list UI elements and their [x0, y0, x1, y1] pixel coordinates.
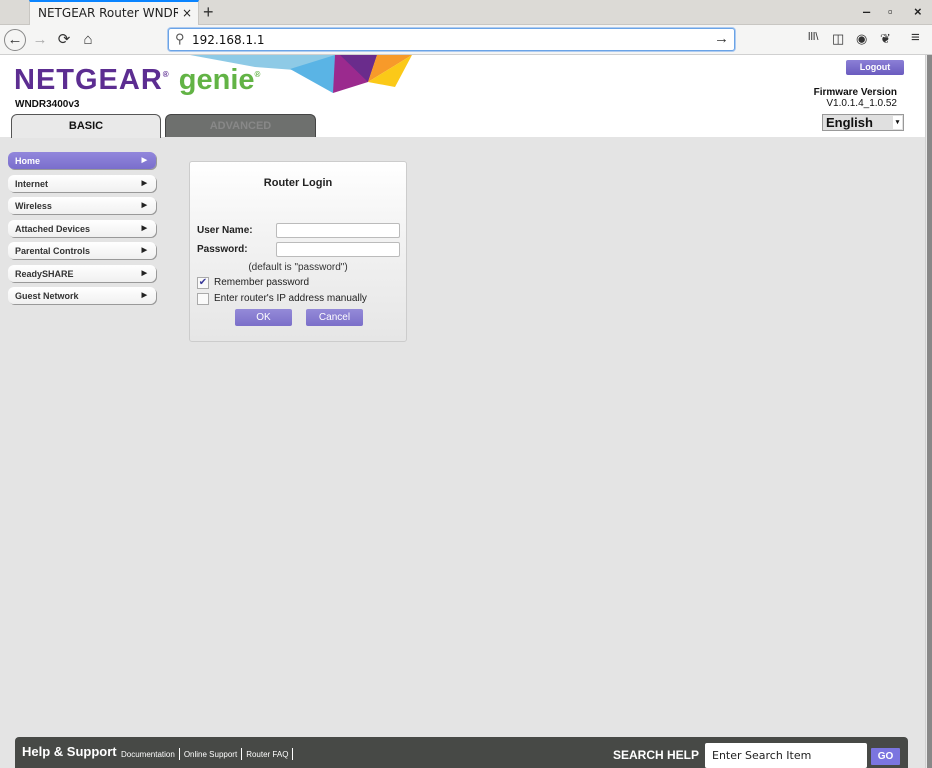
tab-advanced[interactable]: ADVANCED — [165, 114, 316, 137]
sidebar-icon[interactable]: ◫ — [832, 31, 844, 47]
firmware-label: Firmware Version — [813, 87, 897, 98]
maximize-icon[interactable]: ▫ — [888, 4, 893, 19]
sidebar-item-parental-controls[interactable]: Parental Controls ▶ — [8, 242, 156, 259]
sidebar-item-label: Attached Devices — [15, 223, 91, 234]
tab-bar: NETGEAR Router WNDR3400v3 × + ‒ ▫ × — [0, 0, 932, 25]
extension-icon[interactable]: ❦ — [880, 31, 891, 47]
sidebar-item-label: ReadySHARE — [15, 268, 74, 279]
browser-tab[interactable]: NETGEAR Router WNDR3400v3 × — [29, 0, 199, 25]
browser-chrome: NETGEAR Router WNDR3400v3 × + ‒ ▫ × ← → … — [0, 0, 932, 55]
router-faq-link[interactable]: Router FAQ — [246, 750, 288, 759]
divider — [241, 748, 243, 760]
logo-brand: NETGEAR — [14, 64, 163, 96]
password-label: Password: — [197, 244, 248, 255]
library-icon[interactable]: lll\ — [808, 31, 818, 43]
arrow-right-icon: ▶ — [141, 224, 147, 232]
search-icon: ⚲ — [175, 31, 185, 46]
minimize-icon[interactable]: ‒ — [863, 4, 870, 19]
dropdown-arrow-icon: ▾ — [893, 116, 902, 129]
footer-links: Documentation Online Support Router FAQ — [121, 748, 297, 760]
arrow-right-icon: ▶ — [141, 157, 147, 164]
new-tab-button[interactable]: + — [203, 2, 214, 23]
router-page: NETGEAR® genie® WNDR3400v3 Logout Firmwa… — [0, 55, 932, 768]
sidebar-item-internet[interactable]: Internet ▶ — [8, 174, 156, 192]
sidebar-item-label: Home — [15, 156, 41, 166]
home-icon[interactable]: ⌂ — [77, 29, 99, 51]
close-tab-icon[interactable]: × — [182, 6, 192, 20]
arrow-right-icon: ▶ — [141, 247, 147, 254]
remember-password-checkbox[interactable]: ✔ — [197, 277, 209, 289]
page-header: NETGEAR® genie® WNDR3400v3 Logout Firmwa… — [0, 55, 925, 138]
sidebar-item-attached-devices[interactable]: Attached Devices ▶ — [8, 219, 156, 237]
arrow-right-icon: ▶ — [141, 202, 147, 209]
tab-title: NETGEAR Router WNDR3400v3 — [38, 6, 178, 20]
go-button[interactable]: GO — [871, 748, 900, 765]
language-selected: English — [826, 115, 873, 130]
sidebar-menu: Home ▶ Internet ▶ Wireless ▶ Attached Devic… — [8, 152, 156, 310]
divider — [292, 748, 294, 760]
username-input[interactable] — [276, 223, 400, 238]
model-name: WNDR3400v3 — [15, 99, 80, 110]
scrollbar-thumb[interactable] — [927, 55, 932, 768]
check-icon: ✔ — [198, 277, 208, 288]
account-icon[interactable]: ◉ — [856, 31, 867, 47]
decorative-graphic — [190, 55, 412, 93]
documentation-link[interactable]: Documentation — [121, 750, 175, 759]
sidebar-item-readyshare[interactable]: ReadySHARE ▶ — [8, 264, 156, 282]
arrow-right-icon: ▶ — [141, 269, 147, 277]
url-bar[interactable]: ⚲ 192.168.1.1 → — [168, 28, 735, 51]
back-icon[interactable]: ← — [4, 29, 26, 51]
sidebar-item-label: Internet — [15, 178, 49, 189]
online-support-link[interactable]: Online Support — [184, 750, 237, 759]
search-help-input[interactable]: Enter Search Item — [705, 743, 867, 768]
reload-icon[interactable]: ⟳ — [53, 29, 75, 51]
url-text[interactable]: 192.168.1.1 — [192, 33, 265, 47]
help-support-title: Help & Support — [22, 744, 117, 759]
divider — [178, 748, 180, 760]
remember-password-label: Remember password — [214, 277, 310, 288]
sidebar-item-guest-network[interactable]: Guest Network ▶ — [8, 287, 156, 304]
firmware-version: V1.0.1.4_1.0.52 — [826, 98, 897, 109]
sidebar-item-label: Parental Controls — [15, 246, 91, 256]
help-support-footer: Help & Support Documentation Online Suppo… — [15, 737, 908, 768]
manual-ip-checkbox[interactable] — [197, 293, 209, 305]
manual-ip-label: Enter router's IP address manually — [214, 293, 367, 304]
username-label: User Name: — [197, 225, 253, 236]
nav-bar: ← → ⟳ ⌂ ⚲ 192.168.1.1 → lll\ ◫ ◉ ❦ ≡ — [0, 25, 932, 55]
forward-icon[interactable]: → — [29, 29, 51, 51]
sidebar-item-wireless[interactable]: Wireless ▶ — [8, 197, 156, 214]
password-hint: (default is "password") — [248, 262, 348, 273]
sidebar-item-label: Guest Network — [15, 291, 79, 301]
cancel-button[interactable]: Cancel — [306, 309, 363, 326]
login-title: Router Login — [263, 177, 333, 189]
scrollbar[interactable] — [925, 55, 932, 768]
router-login-panel: Router Login User Name: Password: (defau… — [189, 161, 407, 342]
logout-button[interactable]: Logout — [846, 60, 904, 75]
go-arrow-icon[interactable]: → — [714, 30, 729, 47]
registered-mark: ® — [162, 70, 170, 79]
search-help-label: SEARCH HELP — [613, 748, 700, 762]
ok-button[interactable]: OK — [235, 309, 292, 326]
arrow-right-icon: ▶ — [141, 179, 147, 187]
arrow-right-icon: ▶ — [141, 292, 147, 299]
language-select[interactable]: English ▾ — [822, 114, 904, 131]
tab-basic[interactable]: BASIC — [11, 114, 161, 138]
sidebar-item-home[interactable]: Home ▶ — [8, 152, 156, 169]
menu-icon[interactable]: ≡ — [911, 29, 920, 46]
sidebar-item-label: Wireless — [15, 201, 52, 211]
close-window-icon[interactable]: × — [914, 4, 922, 19]
password-input[interactable] — [276, 242, 400, 257]
